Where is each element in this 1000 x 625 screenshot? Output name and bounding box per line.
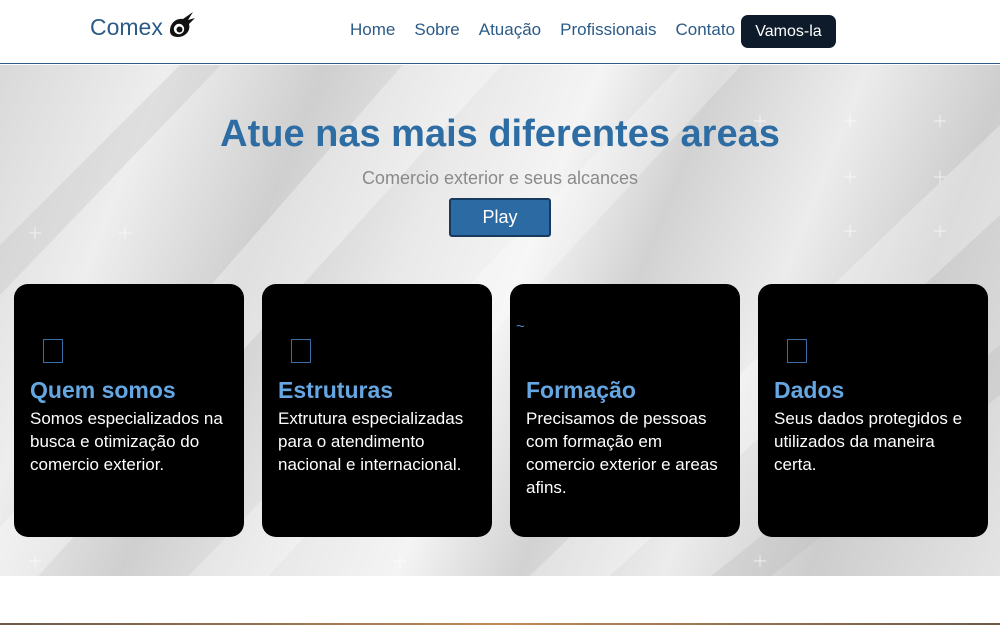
main-nav: Home Sobre Atuação Profissionais Contato bbox=[350, 20, 754, 40]
card-dados: Dados Seus dados protegidos e utilizados… bbox=[758, 284, 988, 537]
hero-section: Atue nas mais diferentes areas Comercio … bbox=[0, 65, 1000, 576]
hero-subtitle: Comercio exterior e seus alcances bbox=[361, 168, 639, 188]
nav-link-contato[interactable]: Contato bbox=[676, 20, 736, 40]
nav-link-atuacao[interactable]: Atuação bbox=[479, 20, 541, 40]
nav-link-home[interactable]: Home bbox=[350, 20, 395, 40]
card-title: Dados bbox=[774, 377, 845, 403]
vamos-la-button[interactable]: Vamos-la bbox=[741, 15, 836, 48]
navbar: Comex Home Sobre Atuação Profissionais C… bbox=[0, 0, 1000, 64]
nav-link-sobre[interactable]: Sobre bbox=[414, 20, 459, 40]
card-estruturas: Estruturas Extrutura especializadas para… bbox=[262, 284, 492, 537]
card-formacao: ~ Formação Precisamos de pessoas com for… bbox=[510, 284, 740, 537]
square-icon bbox=[291, 339, 311, 363]
card-text: Seus dados protegidos e utilizados da ma… bbox=[774, 409, 963, 474]
nav-link-profissionais[interactable]: Profissionais bbox=[560, 20, 656, 40]
tilde-icon: ~ bbox=[516, 318, 525, 335]
card-text: Precisamos de pessoas com formação em co… bbox=[526, 409, 718, 497]
square-icon bbox=[787, 339, 807, 363]
brand-logo-link[interactable]: Comex bbox=[90, 11, 197, 41]
card-text: Extrutura especializadas para o atendime… bbox=[278, 409, 464, 474]
card-text: Somos especializados na busca e otimizaç… bbox=[30, 409, 223, 474]
square-icon bbox=[43, 339, 63, 363]
hero-title: Atue nas mais diferentes areas bbox=[220, 113, 780, 155]
card-title: Estruturas bbox=[278, 377, 394, 403]
card-title: Quem somos bbox=[30, 377, 176, 403]
play-button[interactable]: Play bbox=[449, 198, 551, 237]
comet-logo-icon bbox=[169, 11, 195, 37]
card-quem-somos: Quem somos Somos especializados na busca… bbox=[14, 284, 244, 537]
card-title: Formação bbox=[526, 377, 636, 403]
brand-name: Comex bbox=[90, 14, 163, 40]
